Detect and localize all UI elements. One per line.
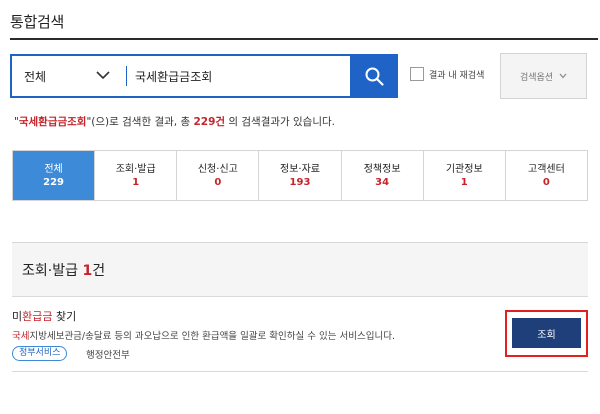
tab-info-data[interactable]: 정보·자료 193 [258, 151, 341, 200]
tab-apply-report[interactable]: 신청·신고 0 [176, 151, 259, 200]
re-search-toggle[interactable]: 결과 내 재검색 [410, 67, 484, 81]
tab-agency-info[interactable]: 기관정보 1 [422, 151, 505, 200]
lookup-button[interactable]: 조회 [512, 318, 581, 348]
re-search-checkbox[interactable] [410, 67, 424, 81]
chevron-down-icon [559, 73, 567, 79]
search-scope-value: 전체 [24, 69, 47, 84]
result-divider [12, 371, 588, 372]
title-divider [10, 38, 598, 40]
result-description: 국세지방세보관금/송달료 등의 과오납으로 인한 환급액을 일괄로 확인하실 수… [12, 331, 396, 342]
search-scope-select[interactable]: 전체 [12, 56, 126, 96]
tab-all[interactable]: 전체 229 [13, 151, 95, 200]
section-header: 조회·발급 1건 [12, 242, 588, 297]
tab-lookup-issue[interactable]: 조회·발급 1 [94, 151, 177, 200]
result-title[interactable]: 미환급금 찾기 [12, 308, 76, 324]
category-tabs: 전체 229 조회·발급 1 신청·신고 0 정보·자료 193 정책정보 34… [12, 150, 588, 201]
chevron-down-icon [96, 71, 110, 80]
search-icon [365, 67, 384, 86]
re-search-label: 결과 내 재검색 [429, 70, 485, 81]
agency-name: 행정안전부 [86, 350, 130, 361]
search-summary: "국세환급금조회"(으)로 검색한 결과, 총 229건 의 검색결과가 있습니… [14, 116, 335, 128]
summary-count: 229건 [193, 116, 226, 128]
tab-customer-center[interactable]: 고객센터 0 [504, 151, 587, 200]
search-bar: 전체 [10, 54, 394, 98]
search-button[interactable] [350, 54, 398, 98]
section-count: 1 [82, 263, 93, 279]
search-options-button[interactable]: 검색옵션 [500, 53, 587, 99]
search-options-label: 검색옵션 [519, 72, 554, 83]
tab-policy-info[interactable]: 정책정보 34 [340, 151, 423, 200]
summary-keyword: 국세환급금조회 [18, 116, 87, 128]
service-type-badge: 정부서비스 [12, 346, 68, 361]
section-title: 조회·발급 1건 [22, 263, 106, 279]
page-title: 통합검색 [10, 13, 65, 31]
